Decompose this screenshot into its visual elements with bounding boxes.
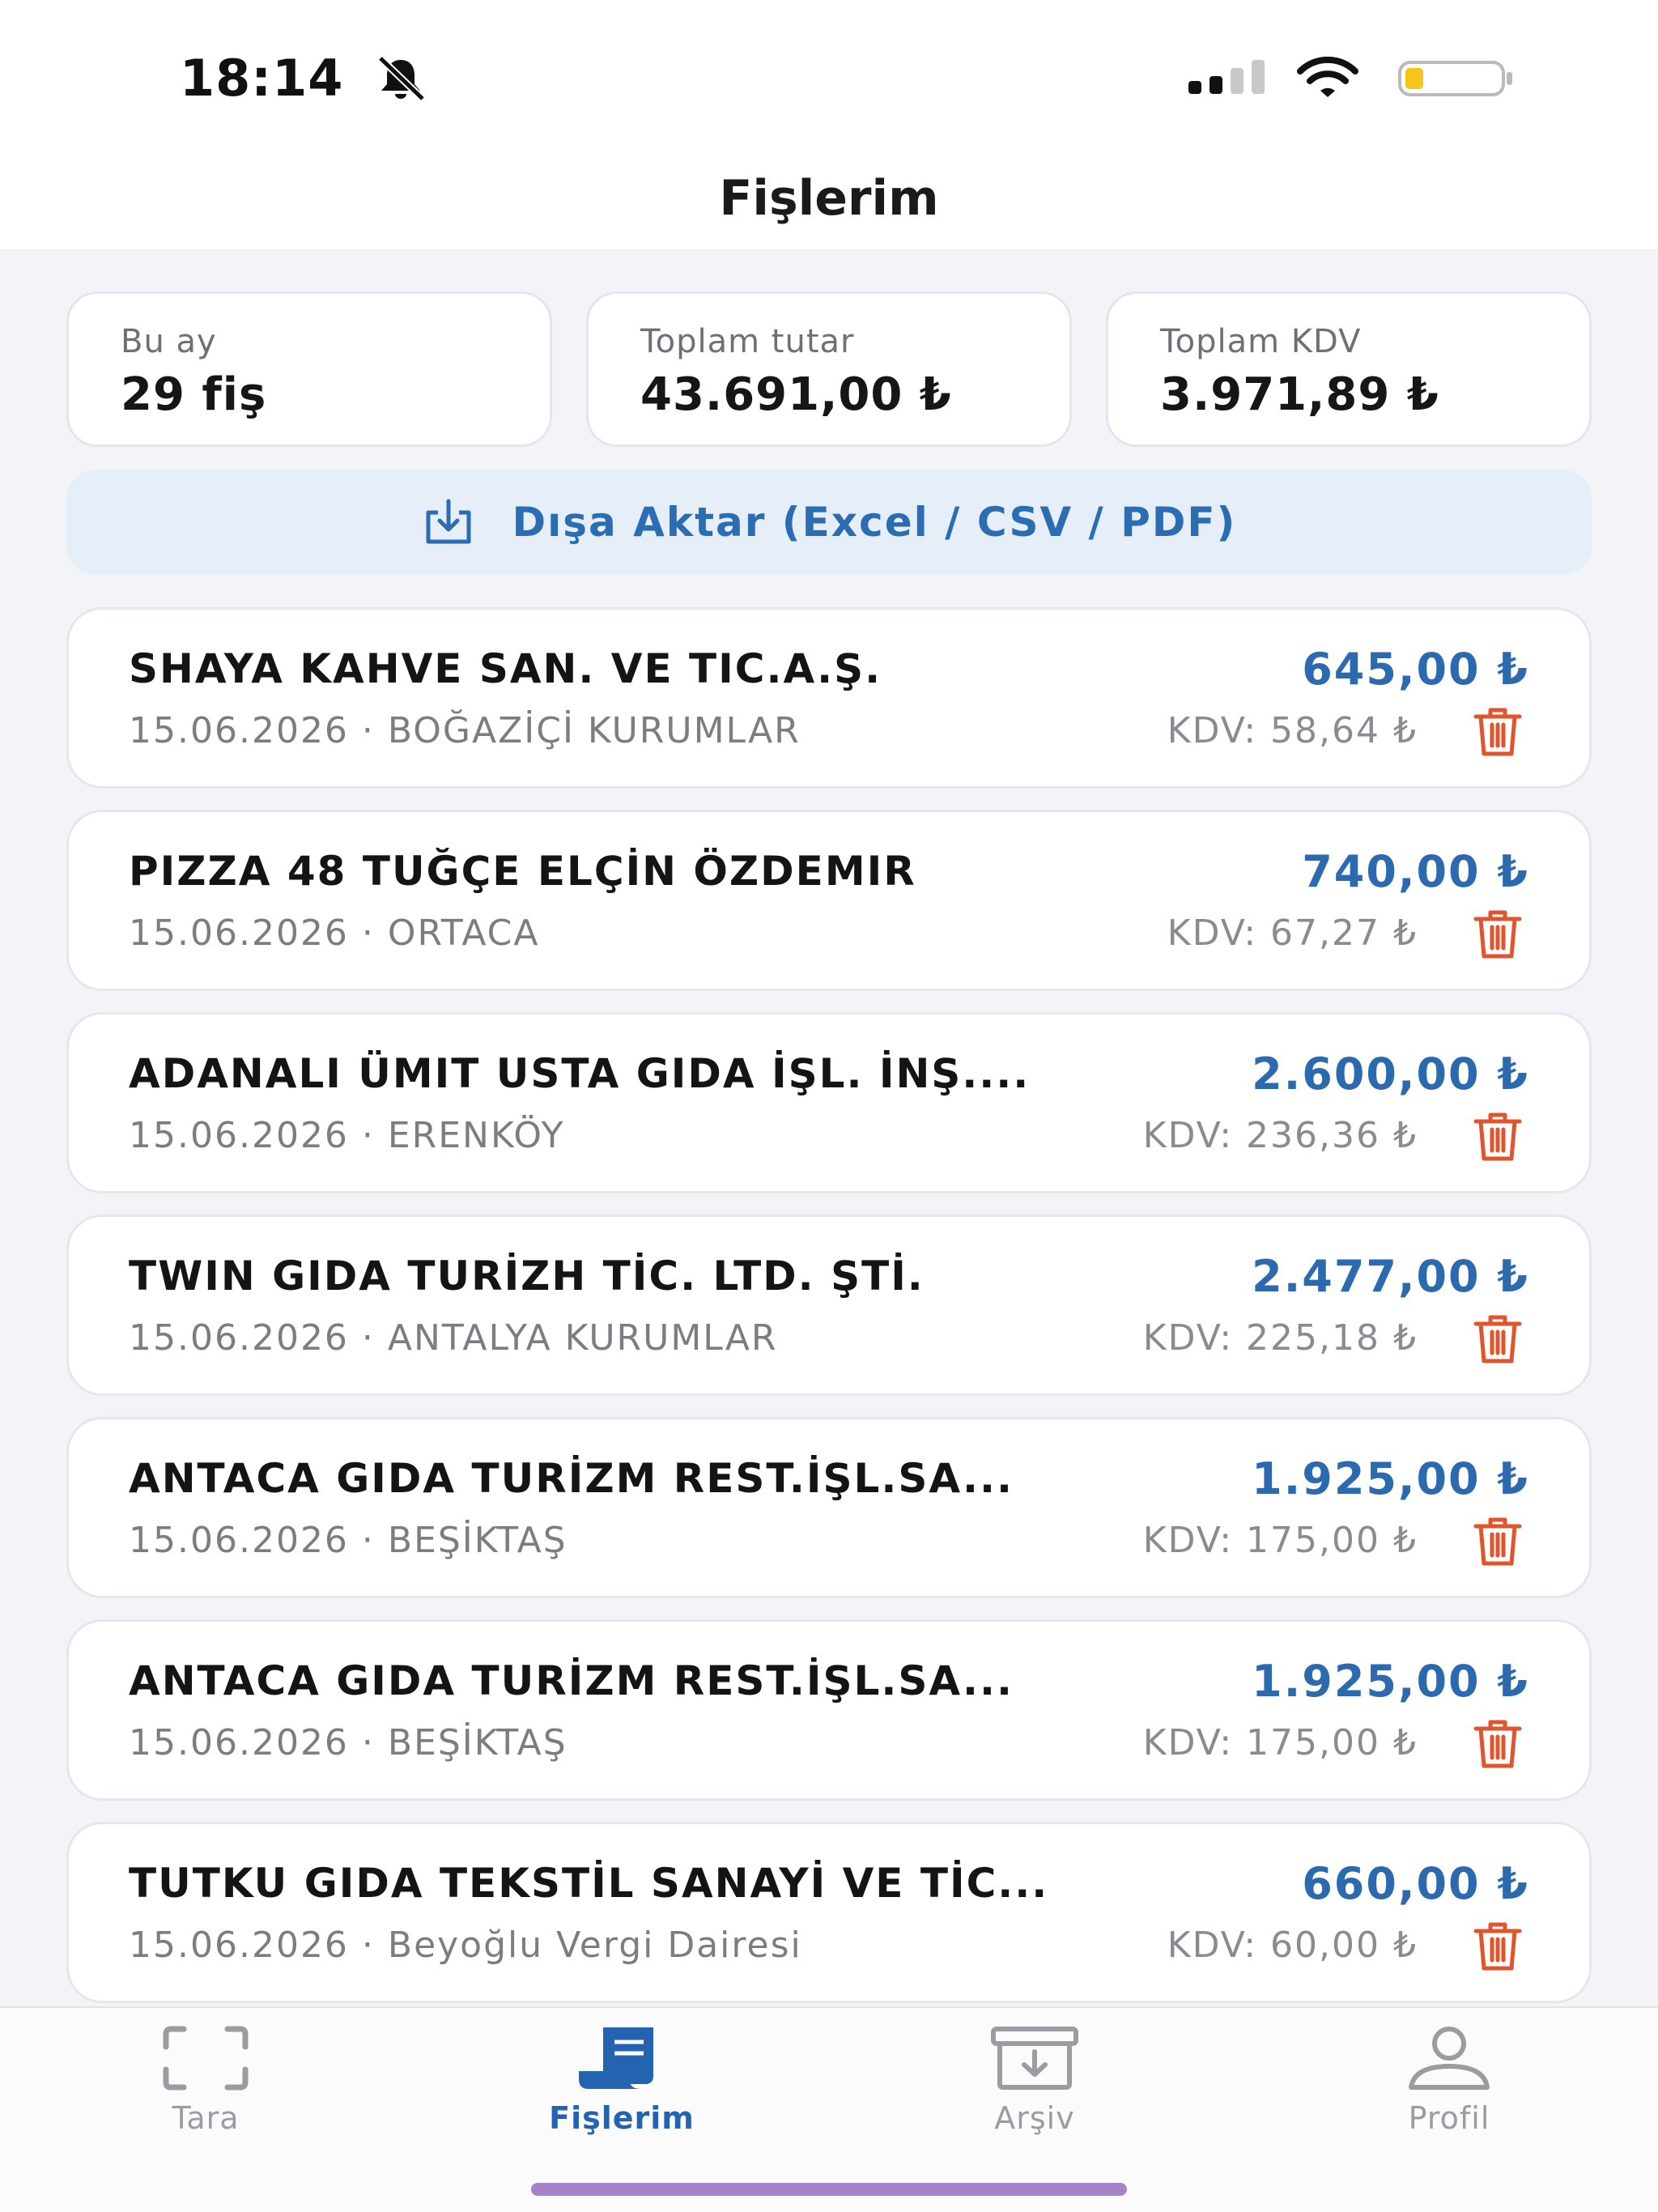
stat-label: Toplam KDV	[1160, 323, 1362, 360]
receipt-name: ADANALI ÜMIT USTA GIDA İŞL. İNŞ....	[129, 1050, 1031, 1097]
receipt-amount: 2.477,00 ₺	[1252, 1251, 1529, 1302]
tab-label: Tara	[172, 2100, 240, 2136]
receipt-name: SHAYA KAHVE SAN. VE TIC.A.Ş.	[129, 645, 882, 692]
receipt-vat: KDV: 175,00 ₺	[1142, 1520, 1418, 1561]
receipt-vat: KDV: 60,00 ₺	[1167, 1925, 1418, 1966]
receipt-date-office: 15.06.2026 · ORTACA	[129, 912, 540, 954]
stat-value: 3.971,89 ₺	[1160, 368, 1439, 421]
signal-icon	[1188, 60, 1265, 94]
tab-bar: Tara Fişlerim Arşiv Profil	[0, 2006, 1658, 2212]
stat-card-total-amount: Toplam tutar 43.691,00 ₺	[586, 291, 1072, 447]
stat-value: 29 fiş	[121, 368, 267, 421]
battery-icon	[1398, 61, 1512, 96]
receipt-amount: 1.925,00 ₺	[1252, 1453, 1529, 1504]
receipt-name: ANTACA GIDA TURİZM REST.İŞL.SA...	[129, 1455, 1014, 1502]
receipt-card[interactable]: TWIN GIDA TURİZH TİC. LTD. ŞTİ. 2.477,00…	[66, 1214, 1592, 1396]
receipt-card[interactable]: ANTACA GIDA TURİZM REST.İŞL.SA... 1.925,…	[66, 1619, 1592, 1801]
export-label: Dışa Aktar (Excel / CSV / PDF)	[512, 499, 1237, 546]
receipt-date-office: 15.06.2026 · BEŞİKTAŞ	[129, 1520, 568, 1561]
receipt-vat: KDV: 236,36 ₺	[1142, 1115, 1418, 1156]
receipt-amount: 660,00 ₺	[1302, 1858, 1529, 1909]
header-area: 18:14 Fişlerim	[0, 0, 1658, 249]
trash-icon[interactable]	[1471, 908, 1524, 959]
stat-card-total-vat: Toplam KDV 3.971,89 ₺	[1106, 291, 1592, 447]
status-time: 18:14	[180, 49, 344, 108]
receipt-vat: KDV: 175,00 ₺	[1142, 1722, 1418, 1763]
tab-archive[interactable]: Arşiv	[913, 2026, 1156, 2155]
trash-icon[interactable]	[1471, 1110, 1524, 1162]
receipt-name: ANTACA GIDA TURİZM REST.İŞL.SA...	[129, 1657, 1014, 1704]
tab-profile[interactable]: Profil	[1328, 2026, 1571, 2155]
receipt-date-office: 15.06.2026 · Beyoğlu Vergi Dairesi	[129, 1925, 802, 1966]
home-indicator[interactable]	[531, 2183, 1127, 2196]
receipt-card[interactable]: SHAYA KAHVE SAN. VE TIC.A.Ş. 645,00 ₺ 15…	[66, 607, 1592, 789]
receipt-name: PIZZA 48 TUĞÇE ELÇİN ÖZDEMIR	[129, 848, 916, 895]
trash-icon[interactable]	[1471, 1920, 1524, 1972]
tab-label: Fişlerim	[549, 2100, 695, 2136]
page-title: Fişlerim	[719, 170, 939, 227]
wifi-icon	[1297, 57, 1358, 97]
stat-value: 43.691,00 ₺	[640, 368, 952, 421]
receipt-date-office: 15.06.2026 · ANTALYA KURUMLAR	[129, 1317, 778, 1359]
download-icon	[426, 499, 471, 544]
bell-muted-icon	[377, 55, 426, 102]
stat-label: Toplam tutar	[640, 323, 855, 360]
receipt-vat: KDV: 58,64 ₺	[1167, 710, 1418, 751]
receipt-amount: 645,00 ₺	[1302, 644, 1529, 695]
receipt-card[interactable]: ANTACA GIDA TURİZM REST.İŞL.SA... 1.925,…	[66, 1417, 1592, 1598]
receipt-amount: 2.600,00 ₺	[1252, 1049, 1529, 1100]
receipt-amount: 1.925,00 ₺	[1252, 1656, 1529, 1707]
trash-icon[interactable]	[1471, 1717, 1524, 1769]
tab-scan[interactable]: Tara	[84, 2026, 327, 2155]
receipts-icon	[579, 2027, 653, 2089]
receipt-vat: KDV: 67,27 ₺	[1167, 912, 1418, 954]
tab-receipts[interactable]: Fişlerim	[500, 2026, 743, 2155]
receipt-card[interactable]: ADANALI ÜMIT USTA GIDA İŞL. İNŞ.... 2.60…	[66, 1012, 1592, 1193]
profile-icon	[1409, 2027, 1490, 2090]
trash-icon[interactable]	[1471, 705, 1524, 757]
tab-label: Arşiv	[994, 2100, 1075, 2136]
export-button[interactable]: Dışa Aktar (Excel / CSV / PDF)	[66, 470, 1592, 575]
trash-icon[interactable]	[1471, 1515, 1524, 1567]
receipt-amount: 740,00 ₺	[1302, 846, 1529, 897]
trash-icon[interactable]	[1471, 1312, 1524, 1364]
tab-label: Profil	[1408, 2100, 1490, 2136]
scan-icon	[163, 2026, 249, 2091]
receipt-date-office: 15.06.2026 · BOĞAZİÇİ KURUMLAR	[129, 710, 801, 751]
receipt-date-office: 15.06.2026 · ERENKÖY	[129, 1115, 565, 1156]
receipt-vat: KDV: 225,18 ₺	[1142, 1317, 1418, 1359]
receipt-card[interactable]: TUTKU GIDA TEKSTİL SANAYİ VE TİC... 660,…	[66, 1822, 1592, 2003]
receipt-name: TWIN GIDA TURİZH TİC. LTD. ŞTİ.	[129, 1253, 925, 1300]
receipt-card[interactable]: PIZZA 48 TUĞÇE ELÇİN ÖZDEMIR 740,00 ₺ 15…	[66, 810, 1592, 991]
archive-icon	[991, 2027, 1078, 2090]
receipt-date-office: 15.06.2026 · BEŞİKTAŞ	[129, 1722, 568, 1763]
stat-label: Bu ay	[121, 323, 217, 360]
receipt-name: TUTKU GIDA TEKSTİL SANAYİ VE TİC...	[129, 1860, 1049, 1907]
stat-card-month: Bu ay 29 fiş	[66, 291, 552, 447]
